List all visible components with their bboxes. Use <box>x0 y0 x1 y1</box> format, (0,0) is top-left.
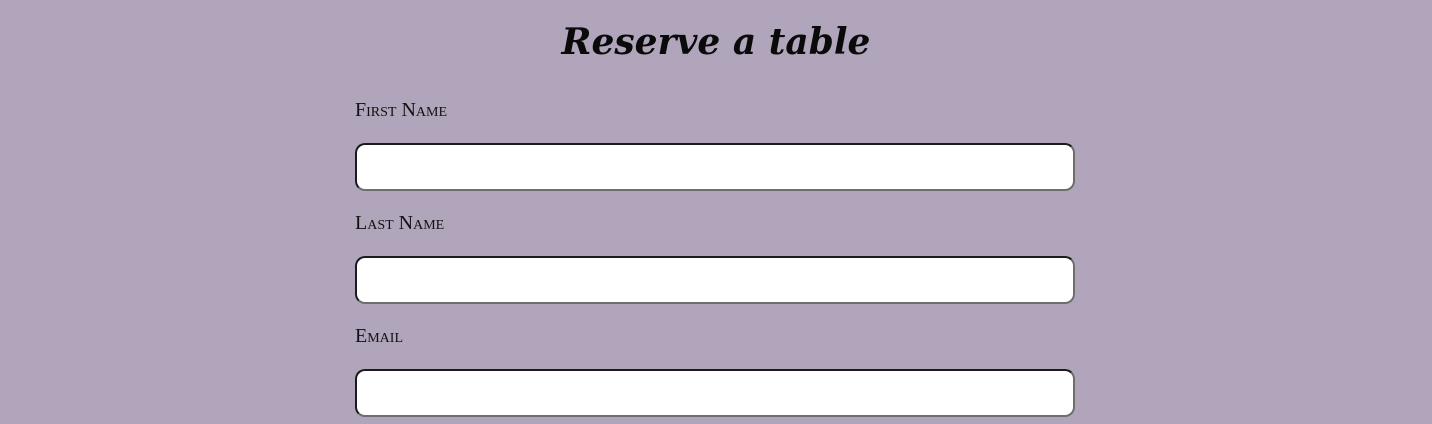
email-input[interactable] <box>355 369 1075 417</box>
first-name-input[interactable] <box>355 143 1075 191</box>
first-name-label: First Name <box>355 99 448 121</box>
email-label: Email <box>355 325 403 347</box>
page-title: Reserve a table <box>561 21 871 63</box>
last-name-input[interactable] <box>355 256 1075 304</box>
last-name-label: Last Name <box>355 212 445 234</box>
